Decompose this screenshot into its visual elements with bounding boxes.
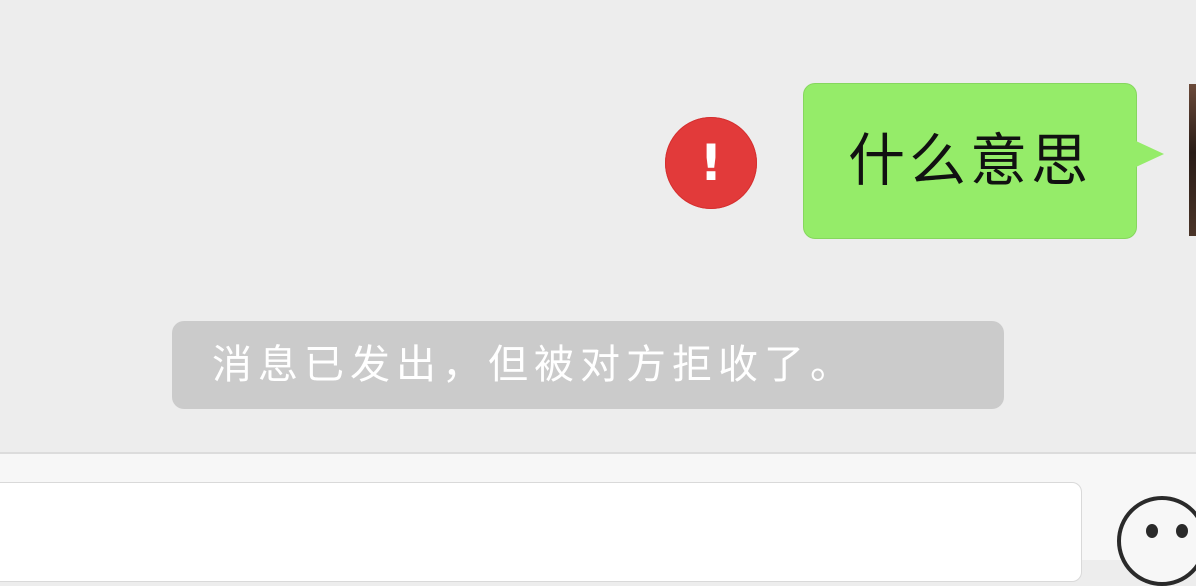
emoji-icon[interactable] (1117, 496, 1196, 586)
system-notice-text: 消息已发出，但被对方拒收了。 (212, 342, 856, 388)
exclamation-mark: ! (699, 134, 723, 192)
exclamation-icon[interactable]: ! (665, 117, 757, 209)
avatar[interactable] (1189, 84, 1196, 236)
emoji-eye-right (1176, 524, 1188, 538)
system-notice: 消息已发出，但被对方拒收了。 (172, 321, 1004, 409)
chat-area: 什么意思 ! 消息已发出，但被对方拒收了。 (0, 0, 1196, 452)
message-bubble[interactable]: 什么意思 (803, 83, 1137, 239)
bubble-tail (1136, 141, 1164, 167)
message-text: 什么意思 (848, 127, 1092, 194)
emoji-eye-left (1146, 524, 1158, 538)
message-input[interactable] (0, 482, 1082, 582)
